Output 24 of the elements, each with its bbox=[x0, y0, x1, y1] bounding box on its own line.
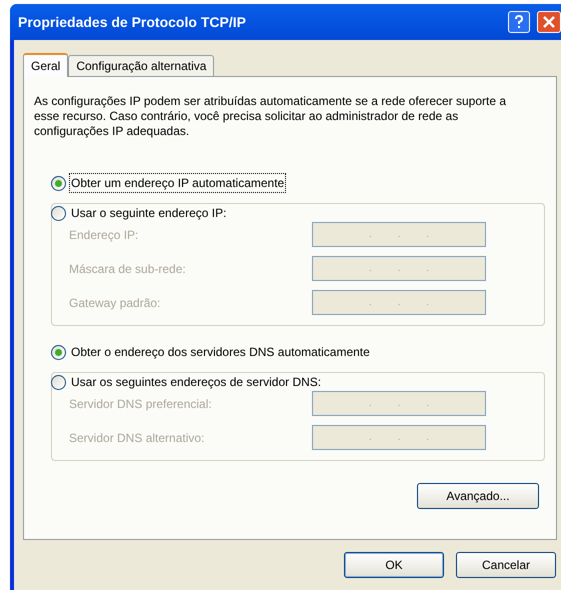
dialog-button[interactable]: OK bbox=[344, 552, 444, 578]
field-label: Endereço IP: bbox=[69, 226, 140, 244]
help-button[interactable] bbox=[508, 11, 530, 33]
help-icon bbox=[514, 15, 524, 29]
field-label: Gateway padrão: bbox=[69, 294, 162, 312]
advanced-button[interactable]: Avançado... bbox=[417, 483, 539, 509]
field-label: Servidor DNS alternativo: bbox=[69, 430, 206, 446]
description-text: As configurações IP podem ser atribuídas automaticamente se a rede oferecer suporte a esse recurso. Caso contrário, você precisa solicitar ao administrador de rede as configurações IP adequadas. bbox=[34, 94, 508, 139]
field-label: Máscara de sub-rede: bbox=[69, 260, 187, 278]
tab[interactable]: Configuração alternativa bbox=[68, 55, 214, 76]
radio-option[interactable]: Usar os seguintes endereços de servidor DNS: bbox=[51, 372, 322, 392]
close-button[interactable] bbox=[537, 11, 561, 33]
tab[interactable]: Geral bbox=[23, 53, 68, 77]
dialog-button[interactable]: Cancelar bbox=[456, 552, 556, 578]
radio-button[interactable] bbox=[51, 176, 66, 190]
radio-button[interactable] bbox=[51, 344, 66, 360]
close-icon bbox=[543, 16, 555, 28]
field-label: Servidor DNS preferencial: bbox=[69, 396, 213, 412]
radio-option[interactable]: Obter um endereço IP automaticamente bbox=[51, 173, 556, 193]
window-title: Propriedades de Protocolo TCP/IP bbox=[18, 12, 247, 32]
radio-option[interactable]: Obter o endereço dos servidores DNS automaticamente bbox=[51, 342, 556, 362]
radio-button[interactable] bbox=[51, 206, 66, 220]
radio-button[interactable] bbox=[51, 374, 66, 390]
radio-option[interactable]: Usar o seguinte endereço IP: bbox=[51, 203, 228, 223]
